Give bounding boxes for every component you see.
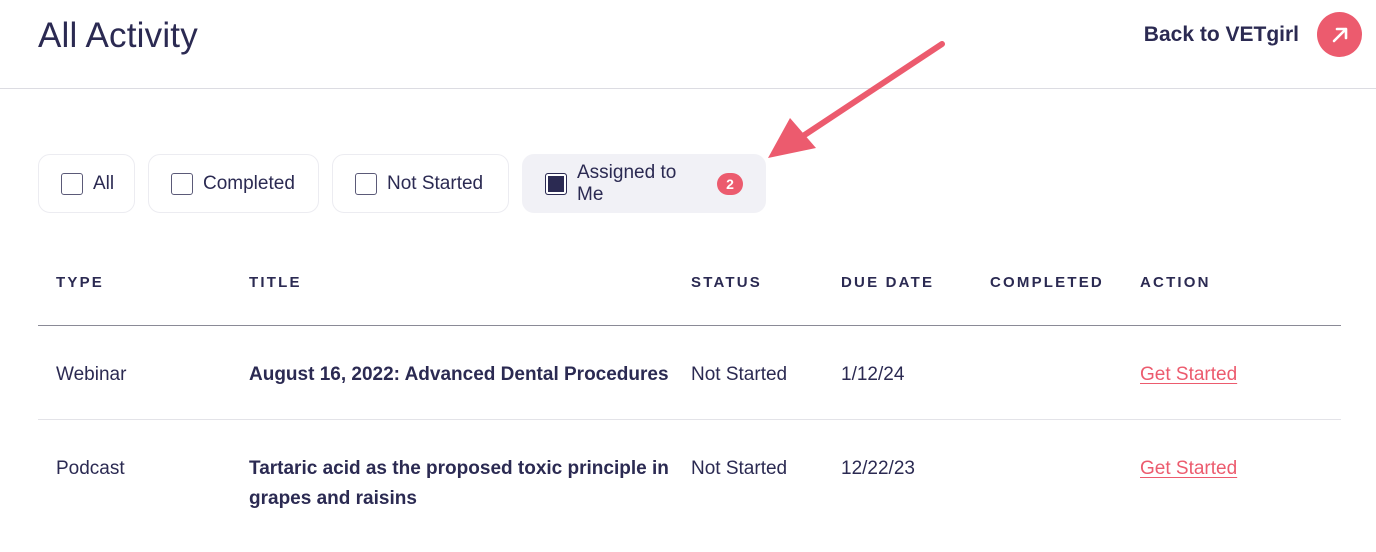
filter-all[interactable]: All xyxy=(38,154,135,213)
filter-assigned-to-me[interactable]: Assigned to Me 2 xyxy=(522,154,766,213)
cell-due-date: 1/12/24 xyxy=(841,364,905,385)
column-header-completed: COMPLETED xyxy=(990,274,1104,291)
filter-label: Completed xyxy=(203,172,295,194)
page-title: All Activity xyxy=(38,16,198,55)
annotation-arrow-icon xyxy=(768,41,945,158)
checkbox[interactable] xyxy=(355,172,377,195)
page: All Activity Back to VETgirl All Complet… xyxy=(0,0,1376,552)
filter-label: Assigned to Me xyxy=(577,161,677,205)
table-row: Webinar August 16, 2022: Advanced Dental… xyxy=(38,326,1341,420)
checkbox[interactable] xyxy=(61,172,83,195)
cell-due-date: 12/22/23 xyxy=(841,458,915,479)
table-row: Podcast Tartaric acid as the proposed to… xyxy=(38,420,1341,514)
filter-label: Not Started xyxy=(387,172,484,194)
filter-bar: All Completed Not Started Assigned to Me… xyxy=(38,154,766,213)
column-header-status: STATUS xyxy=(691,274,762,291)
column-header-title: TITLE xyxy=(249,274,302,291)
cell-status: Not Started xyxy=(691,364,788,385)
get-started-link[interactable]: Get Started xyxy=(1140,458,1237,479)
cell-title: August 16, 2022: Advanced Dental Procedu… xyxy=(249,364,669,385)
back-link-label: Back to VETgirl xyxy=(1143,22,1299,46)
table-header: TYPE TITLE STATUS DUE DATE COMPLETED ACT… xyxy=(38,250,1341,326)
cell-title: Tartaric acid as the proposed toxic prin… xyxy=(249,458,669,509)
checkbox-checked[interactable] xyxy=(545,172,567,195)
filter-completed[interactable]: Completed xyxy=(148,154,319,213)
activity-table: TYPE TITLE STATUS DUE DATE COMPLETED ACT… xyxy=(38,250,1341,514)
assigned-count-badge: 2 xyxy=(717,172,743,195)
get-started-link[interactable]: Get Started xyxy=(1140,364,1237,385)
checkbox[interactable] xyxy=(171,172,193,195)
column-header-type: TYPE xyxy=(56,274,104,291)
back-to-vetgirl-link[interactable]: Back to VETgirl xyxy=(1144,12,1362,57)
cell-type: Webinar xyxy=(56,364,127,385)
cell-type: Podcast xyxy=(56,458,125,479)
column-header-action: ACTION xyxy=(1140,274,1211,291)
filter-label: All xyxy=(93,172,115,194)
header: All Activity Back to VETgirl xyxy=(0,0,1376,89)
arrow-up-right-icon[interactable] xyxy=(1317,12,1362,57)
column-header-due-date: DUE DATE xyxy=(841,274,935,291)
filter-not-started[interactable]: Not Started xyxy=(332,154,509,213)
cell-action: Get Started xyxy=(1140,360,1237,390)
cell-status: Not Started xyxy=(691,458,788,479)
cell-action: Get Started xyxy=(1140,454,1237,484)
